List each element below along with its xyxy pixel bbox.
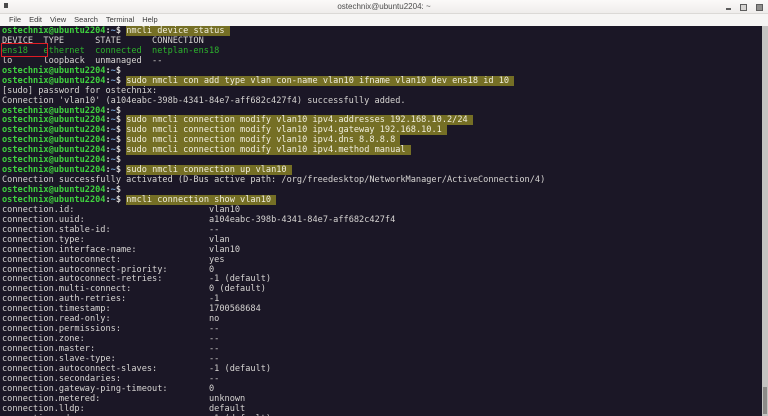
command-text: nmcli device status [126,26,230,36]
property-value: -1 [209,294,220,305]
command-text: sudo nmcli connection modify vlan10 ipv4… [126,125,447,136]
prompt-symbol: $ [115,145,127,156]
close-icon[interactable] [756,3,763,11]
command-text: nmcli connection show vlan10 [126,194,277,205]
menubar: File Edit View Search Terminal Help [0,14,768,26]
property-value: unknown [209,393,246,404]
terminal-line: connection.metered: unknown [2,393,768,405]
window-controls [726,0,763,14]
terminal-line: connection.gateway-ping-timeout: 0 [2,383,768,395]
menu-item-help[interactable]: Help [138,14,161,26]
property-value: -- [209,324,220,335]
property-value: 1700568684 [209,304,261,315]
property-value: -- [209,334,220,345]
property-value: -1 (default) [209,363,272,374]
property-value: yes [209,254,225,265]
property-value: a104eabc-398b-4341-84e7-aff682c427f4 [209,214,396,225]
prompt-user: ostechnix@ubuntu2204 [2,194,106,205]
output-text: [sudo] password for ostechnix: [2,85,158,96]
prompt-user: ostechnix@ubuntu2204 [2,145,106,156]
window-title: ostechnix@ubuntu2204: ~ [337,2,431,11]
command-text: sudo nmcli connection modify vlan10 ipv4… [126,145,411,156]
prompt-user: ostechnix@ubuntu2204 [2,65,106,76]
property-value: no [209,314,220,325]
prompt-symbol: $ [115,65,127,76]
menu-item-file[interactable]: File [5,14,25,26]
minimize-icon[interactable] [726,7,731,10]
command-text: sudo nmcli connection modify vlan10 ipv4… [126,115,473,126]
property-value: -- [209,353,220,364]
prompt-symbol: $ [115,125,127,136]
prompt-symbol: $ [115,75,127,86]
property-value: default [209,403,246,414]
terminal-output: ostechnix@ubuntu2204:~$ nmcli device sta… [2,26,768,416]
terminal-line: connection.timestamp: 1700568684 [2,304,768,315]
maximize-icon[interactable] [740,3,747,11]
prompt-user: ostechnix@ubuntu2204 [2,165,106,176]
terminal-line: connection.lldp: default [2,403,768,415]
prompt-user: ostechnix@ubuntu2204 [2,26,106,36]
prompt-symbol: $ [115,185,127,195]
property-value: vlan10 [209,244,241,255]
terminal-line: connection.auth-retries: -1 [2,294,768,305]
output-text: ens18 ethernet connected netplan-ens18 [2,45,220,56]
property-value: vlan [209,234,230,245]
titlebar[interactable]: ostechnix@ubuntu2204: ~ [0,0,768,14]
terminal-line: connection.uuid: a104eabc-398b-4341-84e7-… [2,214,768,226]
prompt-user: ostechnix@ubuntu2204 [2,75,106,86]
terminal-line: connection.zone: -- [2,334,768,345]
prompt-symbol: $ [115,26,127,36]
prompt-user: ostechnix@ubuntu2204 [2,185,106,195]
prompt-user: ostechnix@ubuntu2204 [2,155,106,166]
prompt-symbol: $ [115,135,127,146]
menu-item-terminal[interactable]: Terminal [102,14,138,26]
command-text: sudo nmcli connection modify vlan10 ipv4… [126,135,401,146]
terminal-line: connection.permissions: -- [2,324,768,335]
prompt-symbol: $ [115,194,127,205]
terminal-line: ostechnix@ubuntu2204:~$ nmcli connection… [2,194,768,206]
property-value: -- [209,224,220,235]
menu-item-edit[interactable]: Edit [25,14,46,26]
command-text: sudo nmcli connection up vlan10 [126,165,292,176]
prompt-symbol: $ [115,165,127,176]
terminal-screen[interactable]: ostechnix@ubuntu2204:~$ nmcli device sta… [0,26,768,416]
prompt-user: ostechnix@ubuntu2204 [2,105,106,116]
property-value: -1 (default) [209,274,272,285]
scrollbar-thumb[interactable] [763,387,767,414]
menu-item-view[interactable]: View [46,14,70,26]
output-text: Connection successfully activated (D-Bus… [2,175,546,186]
app-icon [4,3,8,8]
prompt-user: ostechnix@ubuntu2204 [2,115,106,126]
scrollbar[interactable] [762,26,768,416]
property-value: 0 (default) [209,284,266,295]
terminal-window: ostechnix@ubuntu2204: ~ File Edit View Sear… [0,0,768,416]
output-text: DEVICE TYPE STATE CONNECTION [2,35,204,46]
prompt-user: ostechnix@ubuntu2204 [2,135,106,146]
terminal-line: connection.autoconnect: yes [2,254,768,266]
prompt-user: ostechnix@ubuntu2204 [2,125,106,136]
prompt-symbol: $ [115,155,127,166]
terminal-line: connection.master: -- [2,344,768,355]
command-text: sudo nmcli con add type vlan con-name vl… [126,75,515,86]
property-value: -- [209,373,220,384]
output-text: Connection 'vlan10' (a104eabc-398b-4341-… [2,95,406,106]
property-value: vlan10 [209,204,241,215]
output-text: lo loopback unmanaged -- [2,55,163,66]
property-value: -- [209,344,220,354]
terminal-line: connection.stable-id: -- [2,224,768,236]
menu-item-search[interactable]: Search [70,14,102,26]
prompt-symbol: $ [115,115,127,126]
property-value: 0 [209,264,215,275]
property-value: 0 [209,383,215,394]
prompt-symbol: $ [115,105,127,116]
